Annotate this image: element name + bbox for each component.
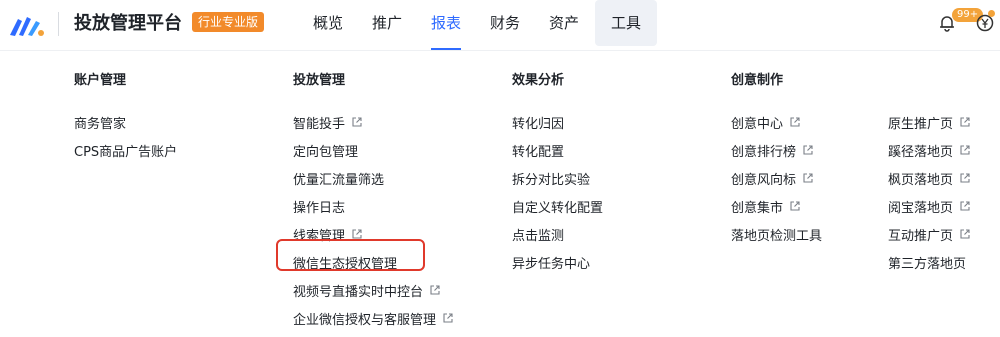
menu-link[interactable]: 枫页落地页 xyxy=(888,164,971,192)
external-link-icon xyxy=(960,117,970,127)
menu-link[interactable]: 第三方落地页 xyxy=(888,248,971,276)
external-link-icon xyxy=(803,145,813,155)
nav-tab-overview[interactable]: 概览 xyxy=(313,0,343,46)
column-title: 效果分析 xyxy=(512,73,565,88)
menu-link[interactable]: 转化配置 xyxy=(512,136,603,164)
balance-alert-dot xyxy=(988,10,995,17)
edition-badge: 行业专业版 xyxy=(192,12,265,32)
menu-link[interactable]: 创意风向标 xyxy=(731,164,822,192)
menu-link[interactable]: 定向包管理 xyxy=(293,136,454,164)
external-link-icon xyxy=(803,173,813,183)
menu-link[interactable]: 创意中心 xyxy=(731,108,822,136)
menu-link[interactable]: 操作日志 xyxy=(293,192,454,220)
nav-tab-assets[interactable]: 资产 xyxy=(549,0,579,46)
column-creative: 创意制作 创意中心 创意排行榜 创意风向标 创意集市 落地页检测工具 xyxy=(731,72,822,248)
column-title: 投放管理 xyxy=(293,73,346,88)
external-link-icon xyxy=(960,145,970,155)
menu-link[interactable]: 优量汇流量筛选 xyxy=(293,164,454,192)
platform-title[interactable]: 投放管理平台 xyxy=(74,10,182,38)
menu-link[interactable]: 创意排行榜 xyxy=(731,136,822,164)
menu-link[interactable]: 点击监测 xyxy=(512,220,603,248)
header-divider xyxy=(58,12,59,36)
external-link-icon xyxy=(960,201,970,211)
menu-link[interactable]: 落地页检测工具 xyxy=(731,220,822,248)
menu-link[interactable]: 商务管家 xyxy=(74,108,177,136)
column-account: 账户管理 商务管家 CPS商品广告账户 xyxy=(74,72,177,164)
menu-link[interactable]: 互动推广页 xyxy=(888,220,971,248)
nav-tab-reports[interactable]: 报表 xyxy=(431,0,462,50)
menu-link[interactable]: 转化归因 xyxy=(512,108,603,136)
menu-link[interactable]: 原生推广页 xyxy=(888,108,971,136)
external-link-icon xyxy=(960,229,970,239)
menu-link[interactable]: CPS商品广告账户 xyxy=(74,136,177,164)
menu-link[interactable]: 拆分对比实验 xyxy=(512,164,603,192)
column-title: 账户管理 xyxy=(74,73,127,88)
external-link-icon xyxy=(430,285,440,295)
menu-link[interactable]: 创意集市 xyxy=(731,192,822,220)
nav-tab-finance[interactable]: 财务 xyxy=(490,0,520,46)
menu-link[interactable]: 异步任务中心 xyxy=(512,248,603,276)
top-navigation-bar: 投放管理平台 行业专业版 概览 推广 报表 财务 资产 工具 99+ xyxy=(0,0,1000,51)
platform-logo-icon[interactable] xyxy=(8,9,46,39)
menu-link[interactable]: 阅宝落地页 xyxy=(888,192,971,220)
column-landing-pages: 原生推广页 蹊径落地页 枫页落地页 阅宝落地页 互动推广页 第三方落地页 xyxy=(888,72,971,276)
external-link-icon xyxy=(790,117,800,127)
nav-tab-tools[interactable]: 工具 xyxy=(595,0,658,46)
column-delivery: 投放管理 智能投手 定向包管理 优量汇流量筛选 操作日志 线索管理 微信生态授权… xyxy=(293,72,454,332)
external-link-icon xyxy=(960,173,970,183)
menu-link[interactable]: 智能投手 xyxy=(293,108,454,136)
menu-link[interactable]: 视频号直播实时中控台 xyxy=(293,276,454,304)
menu-link[interactable]: 企业微信授权与客服管理 xyxy=(293,304,454,332)
column-title: 创意制作 xyxy=(731,73,784,88)
menu-link[interactable]: 自定义转化配置 xyxy=(512,192,603,220)
external-link-icon xyxy=(790,201,800,211)
nav-tab-promotion[interactable]: 推广 xyxy=(372,0,402,46)
column-analysis: 效果分析 转化归因 转化配置 拆分对比实验 自定义转化配置 点击监测 异步任务中… xyxy=(512,72,603,276)
highlight-annotation-box xyxy=(276,239,425,271)
external-link-icon xyxy=(443,313,453,323)
menu-link[interactable]: 蹊径落地页 xyxy=(888,136,971,164)
external-link-icon xyxy=(352,117,362,127)
